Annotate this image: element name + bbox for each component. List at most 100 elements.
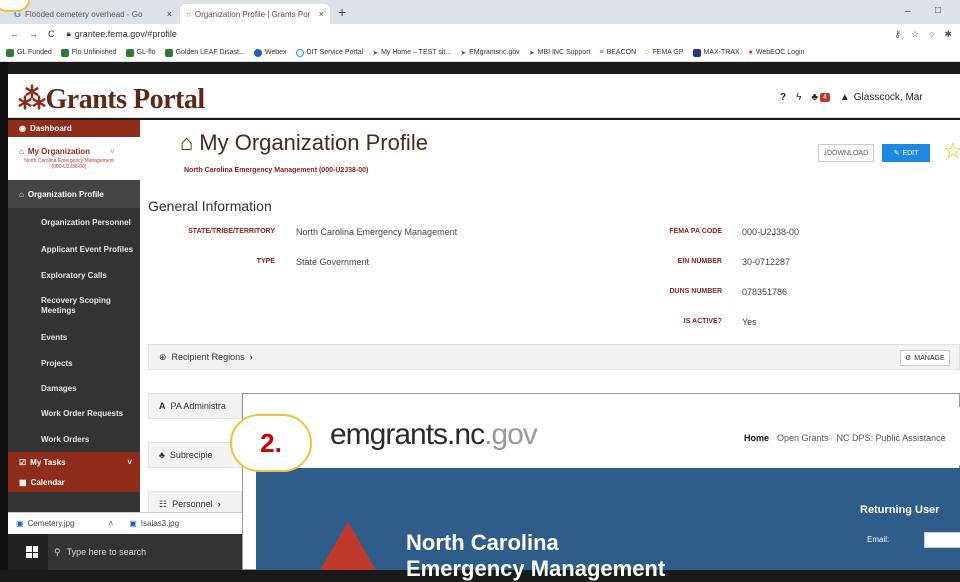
panel-subrecipients[interactable]: ♣ Subrecipie [148,442,242,468]
notification-count: 4 [819,93,830,102]
panel-recipient-regions[interactable]: ⊕ Recipient Regions › [148,344,960,370]
ncem-seal-icon [320,522,376,570]
bookmark-item[interactable]: DIT Service Portal [295,48,363,57]
taskbar-search[interactable]: ⚲ Type here to search [48,534,248,570]
help-icon[interactable]: ? [780,92,786,103]
download-item[interactable]: ▣ Cemetery.jpg ˄ [16,519,113,528]
bookmark-item[interactable]: GL-flo [125,48,156,57]
header-actions: ? ϟ ♣ 4 ▲ Glasscock, Mar [780,92,923,103]
fema-icon: ○ [186,9,191,19]
bell-icon: ♣ [811,92,818,103]
user-icon: ▲ [839,92,850,103]
sidebar-item-calendar[interactable]: ▦ Calendar [8,472,140,492]
url-field[interactable]: grantee.fema.gov/#profile [75,29,177,39]
forward-icon[interactable]: → [29,29,38,39]
sidebar-item-projects[interactable]: Projects [8,350,140,376]
chevron-down-icon: ˅ [127,457,132,467]
nav-open-grants[interactable]: Open Grants [777,433,829,443]
bookmark-item[interactable]: ● WebEOC Login [749,49,805,56]
star-icon[interactable]: ☆ [911,29,919,40]
sidebar-item-applicant-event-profiles[interactable]: Applicant Event Profiles [8,236,140,262]
bookmark-item[interactable]: ➤ MBI INC Support [529,49,591,57]
email-label: Email: [867,535,890,544]
reload-icon[interactable]: C [48,29,55,39]
font-icon: A [159,401,166,411]
pa-code-label: FEMA PA CODE [669,228,722,235]
bookmark-item[interactable]: MAX-TRAX [692,48,740,57]
bookmark-item[interactable]: Golden LEAF Disast... [164,48,245,57]
emgrants-logo[interactable]: emgrants.nc.gov [330,418,538,452]
windows-start-icon[interactable] [26,546,38,558]
download-bar: ▣ Cemetery.jpg ˄ ▣ Isaias3.jpg [8,512,248,534]
sidebar-item-my-tasks[interactable]: ☑ My Tasks ˅ [8,452,140,472]
sitemap-icon: ♣ [159,450,165,460]
sidebar-item-events[interactable]: Events [8,324,140,350]
bookmark-item[interactable]: ≡ BEACON [599,49,636,56]
institution-icon: ⌂ [19,189,24,199]
maximize-icon[interactable]: □ [935,5,941,16]
returning-user-heading: Returning User [860,504,940,516]
bookmark-item[interactable]: ➤ EMgrantsnc.gov [460,49,519,57]
institution-icon: ⌂ [180,130,194,155]
new-tab-icon[interactable]: + [338,4,346,20]
panel-pa-administrators[interactable]: A PA Administra [148,393,242,419]
nav-home[interactable]: Home [744,433,769,443]
nav-public-assistance[interactable]: NC DPS: Public Assistance [837,433,946,443]
close-icon[interactable]: × [319,9,324,19]
user-menu[interactable]: ▲ Glasscock, Mar [840,92,923,103]
emgrants-nav: Home Open Grants NC DPS: Public Assistan… [744,433,946,443]
extension-icon[interactable]: ○ [929,29,934,40]
lock-icon: 🔒︎ [66,29,71,38]
gear-icon: ⚙ [905,355,912,362]
sidebar-item-dashboard[interactable]: ◉ Dashboard [8,120,140,137]
favorite-star-icon[interactable]: ☆ [943,138,960,164]
sidebar-item-organization-profile[interactable]: ⌂ Organization Profile [8,180,140,208]
edit-button[interactable]: ✎ EDIT [882,144,930,162]
ncem-heading: North Carolina Emergency Management [406,530,666,581]
beacon-icon: ≡ [599,49,604,56]
sidebar-item-my-organization[interactable]: ⌂ My Organization ˅ North Carolina Emergen… [8,137,140,180]
bolt-icon[interactable]: ϟ [796,92,801,103]
sidebar-item-exploratory-calls[interactable]: Exploratory Calls [8,262,140,288]
ein-label: EIN NUMBER [677,258,722,265]
bookmark-item[interactable]: GL Funded [6,48,52,57]
puzzle-icon[interactable]: ✱ [944,29,952,40]
arrow-icon: ➤ [372,49,379,57]
download-button[interactable]: ⤓ DOWNLOAD [818,144,874,162]
manage-button[interactable]: ⚙ MANAGE [900,350,950,366]
minimize-icon[interactable]: – [905,6,911,17]
sidebar: ◉ Dashboard ⌂ My Organization ˅ North Carol… [8,120,140,515]
image-file-icon: ▣ [129,519,137,528]
dashboard-icon: ◉ [19,124,26,133]
arrow-icon: ➤ [528,49,535,57]
state-value: North Carolina Emergency Management [296,227,458,237]
download-item[interactable]: ▣ Isaias3.jpg [129,519,179,528]
bookmark-icon [692,48,701,57]
email-input[interactable] [924,532,960,548]
duns-value: 078351786 [742,287,788,297]
grants-portal-logo[interactable]: ⁂Grants Portal [18,82,205,116]
sidebar-item-work-order-requests[interactable]: Work Order Requests [8,400,140,426]
bookmark-item[interactable]: Flo Unfinished [60,48,117,57]
tab-organization-profile[interactable]: ○ Organization Profile | Grants Por × [180,4,330,24]
sidebar-item-recovery-scoping-meetings[interactable]: Recovery Scoping Meetings [8,288,140,324]
webeoc-icon: ● [748,49,753,56]
page-title: ⌂ My Organization Profile [180,130,428,155]
close-icon[interactable]: × [167,9,172,19]
bookmark-item[interactable]: ➤ My Home – TEST sit... [372,49,451,57]
image-file-icon: ▣ [16,519,24,528]
tab-flooded-cemetery[interactable]: G Flooded cemetery overhead - Go × [8,4,178,24]
back-icon[interactable]: ← [10,29,19,39]
sidebar-item-damages[interactable]: Damages [8,376,140,400]
bookmark-item[interactable]: Webex [253,48,287,57]
institution-icon: ⌂ [19,147,24,156]
bookmark-icon [6,48,14,57]
logo-icon: ⁂ [18,84,46,115]
bookmark-item[interactable]: ○ FEMA GP [645,49,683,56]
search-icon: ⚲ [54,546,61,557]
sidebar-item-organization-personnel[interactable]: Organization Personnel [8,208,140,236]
step-badge: 2. [230,414,312,472]
notifications-button[interactable]: ♣ 4 [811,92,830,103]
sidebar-item-work-orders[interactable]: Work Orders [8,426,140,452]
key-icon[interactable]: ⚷ [894,29,901,40]
